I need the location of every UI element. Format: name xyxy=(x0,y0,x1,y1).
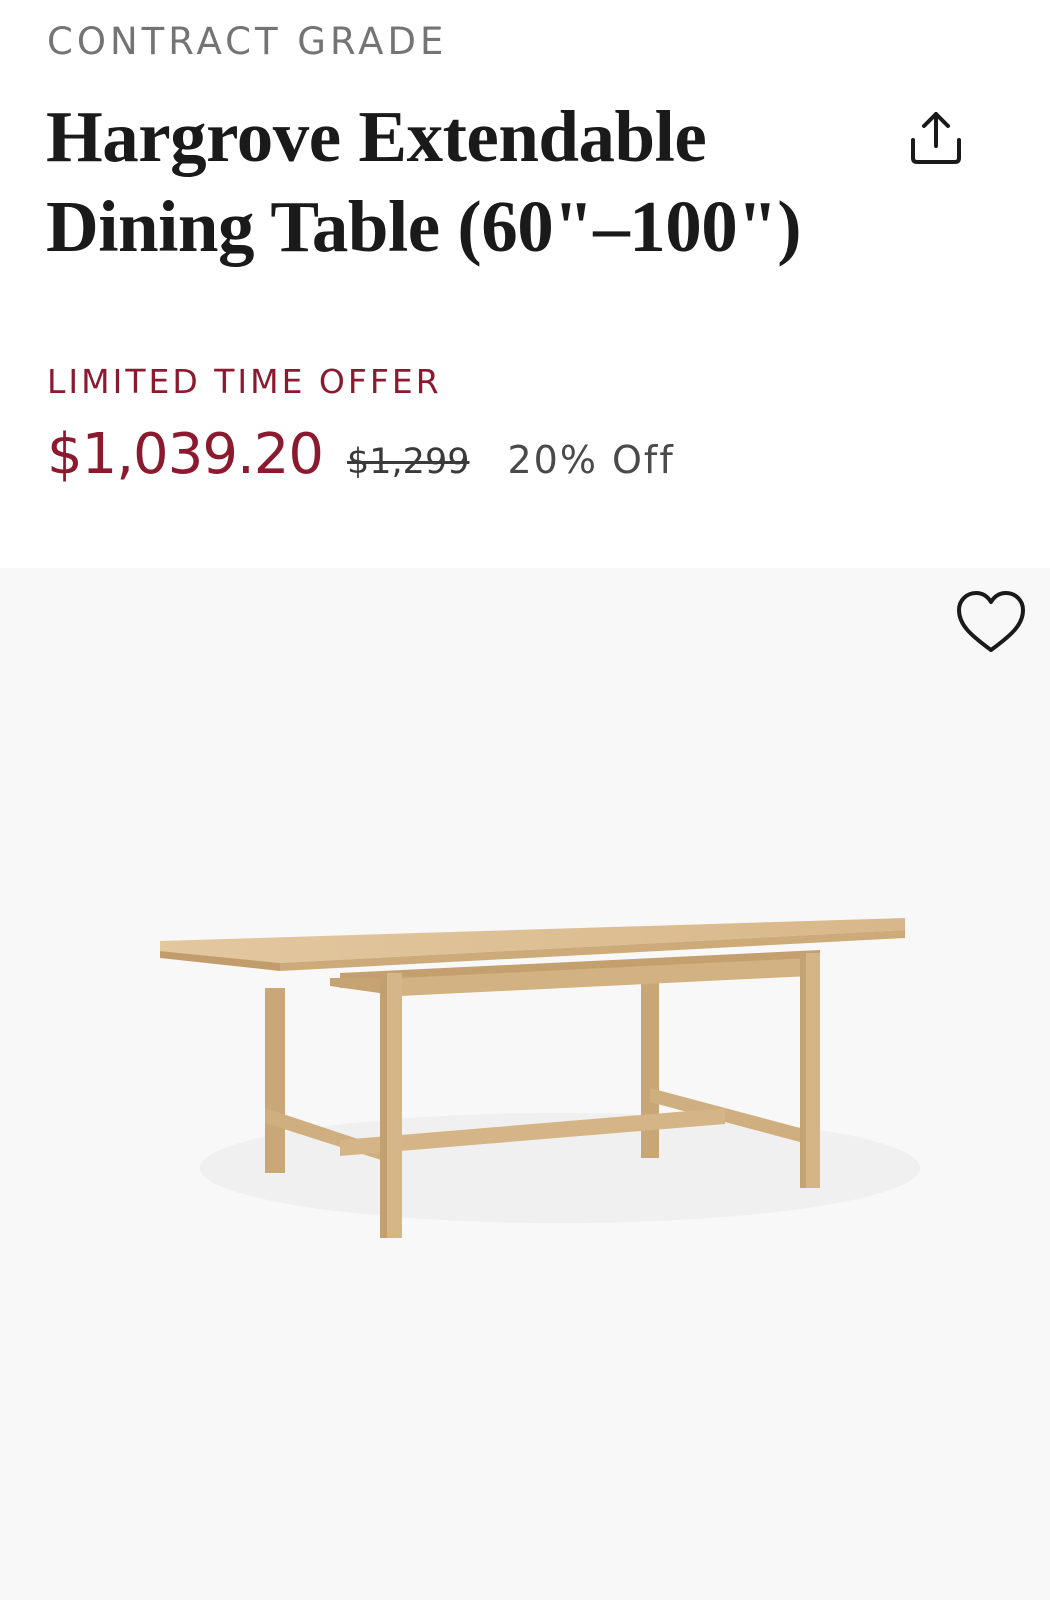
dining-table-image xyxy=(160,918,920,1238)
product-eyebrow: CONTRACT GRADE xyxy=(47,20,448,63)
product-title-line-2: Dining Table (60"–100") xyxy=(46,186,802,267)
product-title: Hargrove Extendable Dining Table (60"–10… xyxy=(46,92,866,272)
favorite-button[interactable] xyxy=(955,590,1027,656)
price-row: $1,039.20 $1,299 20% Off xyxy=(47,422,675,487)
heart-icon xyxy=(957,591,1025,652)
sale-price: $1,039.20 xyxy=(47,422,324,487)
share-button[interactable] xyxy=(905,106,967,168)
product-title-line-1: Hargrove Extendable xyxy=(46,96,707,177)
original-price: $1,299 xyxy=(347,442,470,482)
share-icon xyxy=(911,112,961,164)
limited-offer-label: LIMITED TIME OFFER xyxy=(47,362,442,401)
discount-label: 20% Off xyxy=(507,438,675,482)
product-image[interactable] xyxy=(0,568,1050,1600)
